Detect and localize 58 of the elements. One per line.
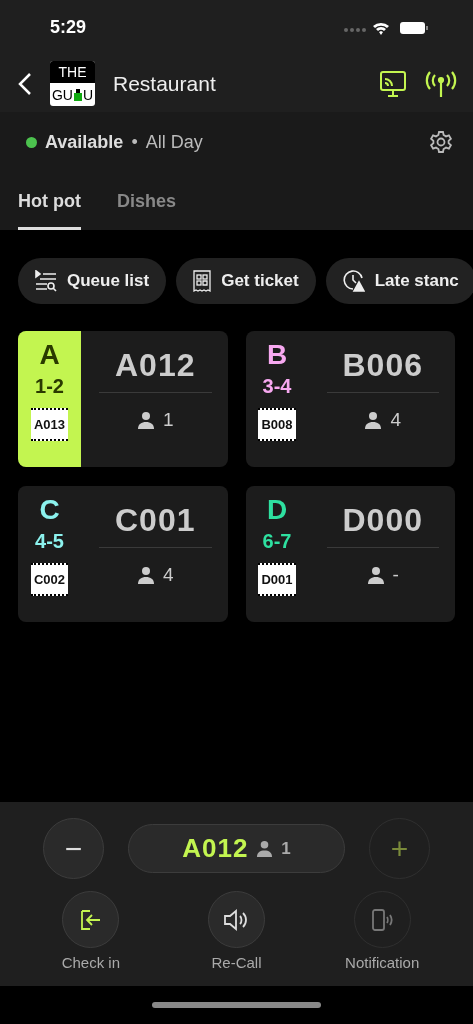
current-ticket: A012 — [115, 347, 196, 385]
availability-period: All Day — [145, 131, 203, 153]
tab[interactable]: Dishes — [117, 172, 176, 230]
wifi-icon — [373, 22, 389, 35]
brand-logo: THE GU U — [50, 61, 95, 106]
party-size-range: 6-7 — [262, 530, 292, 553]
action-chip[interactable]: Queue list — [18, 258, 167, 304]
current-ticket: D000 — [342, 502, 423, 540]
party-count: 4 — [162, 564, 174, 586]
broadcast-icon[interactable] — [425, 69, 457, 98]
cast-screen-icon[interactable] — [379, 69, 407, 98]
action-chip[interactable]: Get ticket — [176, 258, 316, 304]
status-time: 5:29 — [50, 17, 87, 38]
person-icon — [136, 566, 155, 584]
party-count: 1 — [281, 838, 291, 859]
party-count: 4 — [390, 409, 402, 431]
action-chip[interactable]: Late stanc — [325, 258, 473, 304]
person-icon — [256, 840, 274, 857]
person-icon — [366, 566, 385, 584]
tab[interactable]: Hot pot — [18, 172, 81, 230]
person-icon — [364, 411, 383, 429]
party-size-range: 3-4 — [262, 375, 292, 398]
speaker-icon — [223, 907, 250, 932]
queue-card[interactable]: B 3-4 B008 B006 4 — [245, 331, 455, 467]
next-ticket: A013 — [30, 408, 69, 441]
ticket-qr-icon — [193, 270, 212, 292]
group-letter: C — [39, 494, 60, 526]
signal-icon — [344, 27, 366, 32]
list-search-icon — [35, 270, 57, 292]
queue-card[interactable]: A 1-2 A013 A012 1 — [18, 331, 228, 467]
page-title: Restaurant — [113, 71, 217, 96]
group-letter: D — [266, 494, 288, 526]
next-ticket: C002 — [30, 563, 69, 596]
separator: • — [131, 131, 138, 153]
group-letter: B — [266, 339, 288, 371]
person-icon — [136, 411, 155, 429]
party-count: 1 — [162, 409, 174, 431]
action-button[interactable]: Re-Call — [163, 891, 310, 971]
party-count: - — [392, 564, 399, 586]
called-ticket: A012 — [182, 833, 249, 864]
settings-icon[interactable] — [429, 130, 453, 154]
action-button[interactable]: Check in — [18, 891, 164, 971]
battery-icon — [400, 21, 428, 34]
decrement-button[interactable]: − — [43, 818, 104, 879]
party-size-range: 1-2 — [35, 375, 64, 398]
current-ticket: B006 — [342, 347, 423, 385]
group-letter: A — [39, 339, 60, 371]
enter-icon — [79, 908, 102, 931]
back-icon[interactable] — [18, 71, 32, 96]
clock-warning-icon — [342, 270, 365, 292]
queue-card[interactable]: C 4-5 C002 C001 4 — [18, 486, 228, 622]
next-ticket: B008 — [258, 408, 296, 441]
next-ticket: D001 — [258, 563, 296, 596]
queue-card[interactable]: D 6-7 D001 D000 - — [245, 486, 455, 622]
availability-status: Available — [45, 131, 124, 153]
phone-vibrate-icon — [370, 907, 395, 932]
current-ticket: C001 — [115, 502, 196, 540]
party-size-range: 4-5 — [35, 530, 64, 553]
